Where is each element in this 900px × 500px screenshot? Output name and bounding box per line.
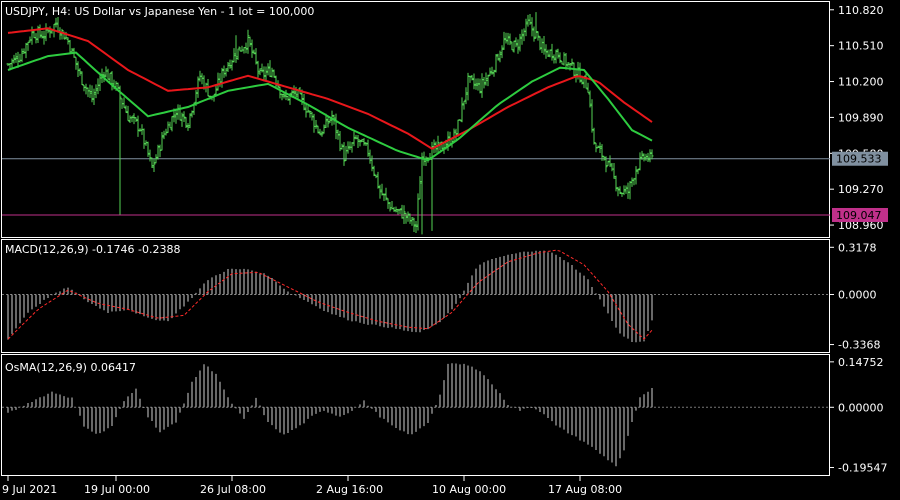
osma-title: OsMA(12,26,9) 0.06417: [5, 361, 136, 374]
price-tag-label: 109.533: [836, 153, 882, 166]
osma-tick-label: -0.19547: [838, 462, 887, 475]
osma-tick-label: 0.14752: [838, 356, 884, 369]
price-tick-label: 110.820: [838, 4, 884, 17]
price-tick-label: 109.890: [838, 111, 884, 124]
time-tick-label: 17 Aug 08:00: [548, 483, 622, 496]
macd-tick-label: -0.3368: [838, 339, 880, 352]
macd-tick-label: 0.0000: [838, 289, 877, 302]
time-tick-label: 9 Jul 2021: [2, 483, 57, 496]
price-tick-label: 110.510: [838, 40, 884, 53]
time-tick-label: 19 Jul 00:00: [84, 483, 150, 496]
osma-tick-label: 0.00000: [838, 401, 884, 414]
trading-chart[interactable]: 110.820110.510110.200109.890109.580109.2…: [0, 0, 900, 500]
time-tick-label: 10 Aug 00:00: [432, 483, 506, 496]
time-tick-label: 2 Aug 16:00: [316, 483, 383, 496]
price-chart-title: USDJPY, H4: US Dollar vs Japanese Yen - …: [5, 5, 314, 18]
time-tick-label: 26 Jul 08:00: [200, 483, 266, 496]
price-tick-label: 110.200: [838, 76, 884, 89]
macd-tick-label: 0.3178: [838, 241, 877, 254]
price-tag-label: 109.047: [836, 209, 882, 222]
macd-title: MACD(12,26,9) -0.1746 -0.2388: [5, 243, 180, 256]
price-tick-label: 109.270: [838, 183, 884, 196]
